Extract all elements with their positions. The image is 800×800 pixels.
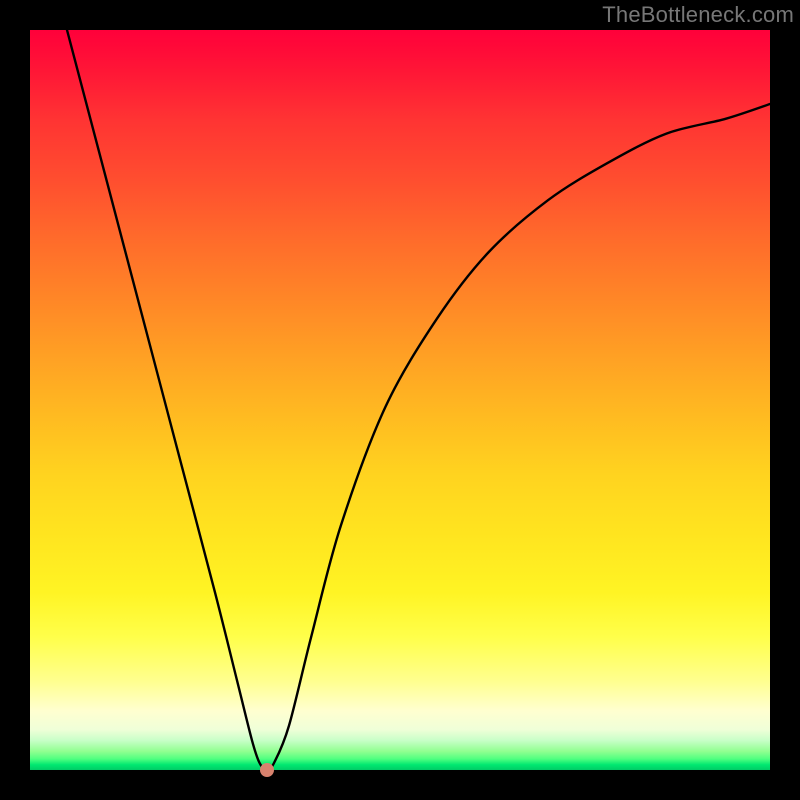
plot-area xyxy=(30,30,770,770)
bottleneck-curve xyxy=(30,30,770,770)
chart-frame: TheBottleneck.com xyxy=(0,0,800,800)
optimum-marker xyxy=(260,763,274,777)
curve-path xyxy=(67,30,770,770)
watermark-text: TheBottleneck.com xyxy=(602,2,794,28)
